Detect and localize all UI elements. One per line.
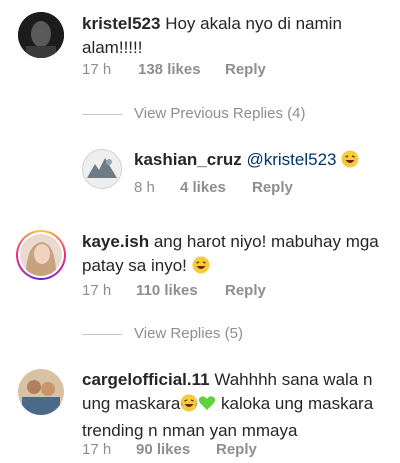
avatar-image — [20, 234, 62, 276]
avatar-story-ring[interactable] — [16, 230, 66, 280]
view-previous-replies-button[interactable]: View Previous Replies (4) — [134, 105, 305, 122]
likes-count[interactable]: 138 likes — [138, 61, 225, 78]
avatar-image — [18, 12, 64, 58]
reply-button[interactable]: Reply — [252, 179, 293, 196]
laughing-face-icon — [341, 150, 359, 175]
avatar[interactable] — [82, 149, 122, 189]
username[interactable]: kristel523 — [82, 14, 160, 33]
replies-divider — [82, 334, 122, 335]
comment-meta: 17 h 110 likes Reply — [82, 282, 266, 299]
avatar-image — [83, 150, 121, 188]
timestamp: 17 h — [82, 282, 112, 299]
comment-body: kashian_cruz @kristel523 — [134, 148, 384, 175]
likes-count[interactable]: 110 likes — [136, 282, 225, 299]
comment-meta: 17 h 138 likes Reply — [82, 61, 266, 78]
likes-count[interactable]: 4 likes — [180, 179, 252, 196]
comment-body: kaye.ish ang harot niyo! mabuhay mga pat… — [82, 230, 382, 281]
avatar[interactable] — [18, 12, 64, 58]
username[interactable]: cargelofficial.11 — [82, 370, 210, 389]
laughing-face-icon — [192, 256, 210, 281]
comment-meta: 17 h 90 likes Reply — [82, 441, 257, 458]
comment-body: kristel523 Hoy akala nyo di namin alam!!… — [82, 12, 382, 60]
avatar[interactable] — [18, 369, 64, 415]
username[interactable]: kaye.ish — [82, 232, 149, 251]
crying-laughing-face-icon — [180, 394, 198, 419]
view-replies-button[interactable]: View Replies (5) — [134, 325, 243, 342]
comment-body: cargelofficial.11 Wahhhh sana wala n ung… — [82, 368, 388, 443]
green-heart-icon — [198, 394, 216, 419]
likes-count[interactable]: 90 likes — [136, 441, 216, 458]
avatar-image — [18, 369, 64, 415]
timestamp: 17 h — [82, 61, 112, 78]
username[interactable]: kashian_cruz — [134, 150, 242, 169]
reply-button[interactable]: Reply — [216, 441, 257, 458]
reply-button[interactable]: Reply — [225, 61, 266, 78]
mention-link[interactable]: @kristel523 — [246, 150, 336, 169]
timestamp: 8 h — [134, 179, 155, 196]
timestamp: 17 h — [82, 441, 112, 458]
comment-meta: 8 h 4 likes Reply — [134, 179, 293, 196]
reply-button[interactable]: Reply — [225, 282, 266, 299]
replies-divider — [82, 114, 122, 115]
